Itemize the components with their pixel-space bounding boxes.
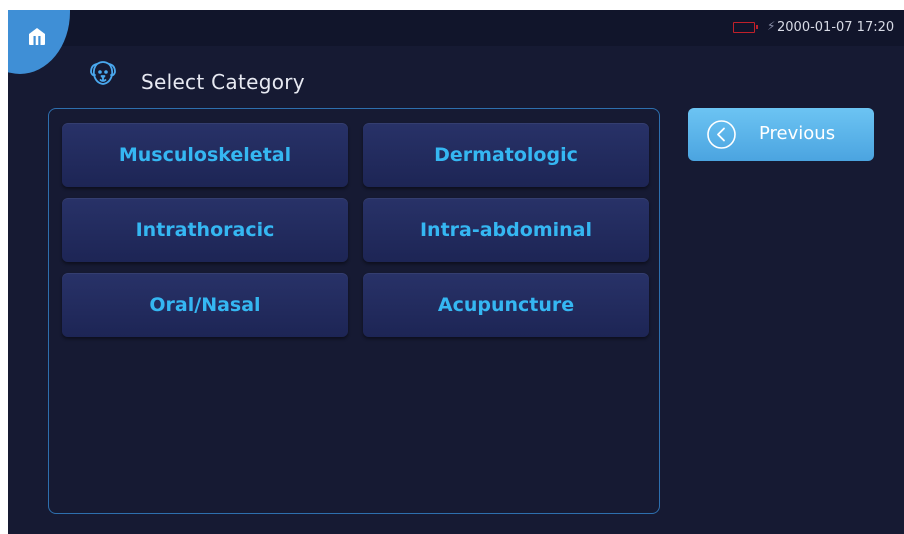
home-icon[interactable] bbox=[26, 25, 48, 47]
app-screen: ⚡ 2000-01-07 17:20 Select Category Muscu… bbox=[8, 10, 904, 534]
dog-face-icon bbox=[90, 61, 116, 85]
category-intrathoracic-button[interactable]: Intrathoracic bbox=[62, 198, 348, 262]
previous-button[interactable]: Previous bbox=[688, 108, 874, 161]
category-acupuncture-button[interactable]: Acupuncture bbox=[363, 273, 649, 337]
battery-icon bbox=[733, 22, 758, 33]
chevron-left-circle-icon bbox=[707, 120, 736, 149]
previous-label: Previous bbox=[759, 123, 836, 144]
charging-icon: ⚡ bbox=[767, 19, 776, 33]
category-intra-abdominal-button[interactable]: Intra-abdominal bbox=[363, 198, 649, 262]
category-dermatologic-button[interactable]: Dermatologic bbox=[363, 123, 649, 187]
page-title: Select Category bbox=[141, 70, 305, 94]
category-musculoskeletal-button[interactable]: Musculoskeletal bbox=[62, 123, 348, 187]
category-oral-nasal-button[interactable]: Oral/Nasal bbox=[62, 273, 348, 337]
datetime-display: 2000-01-07 17:20 bbox=[777, 20, 895, 35]
